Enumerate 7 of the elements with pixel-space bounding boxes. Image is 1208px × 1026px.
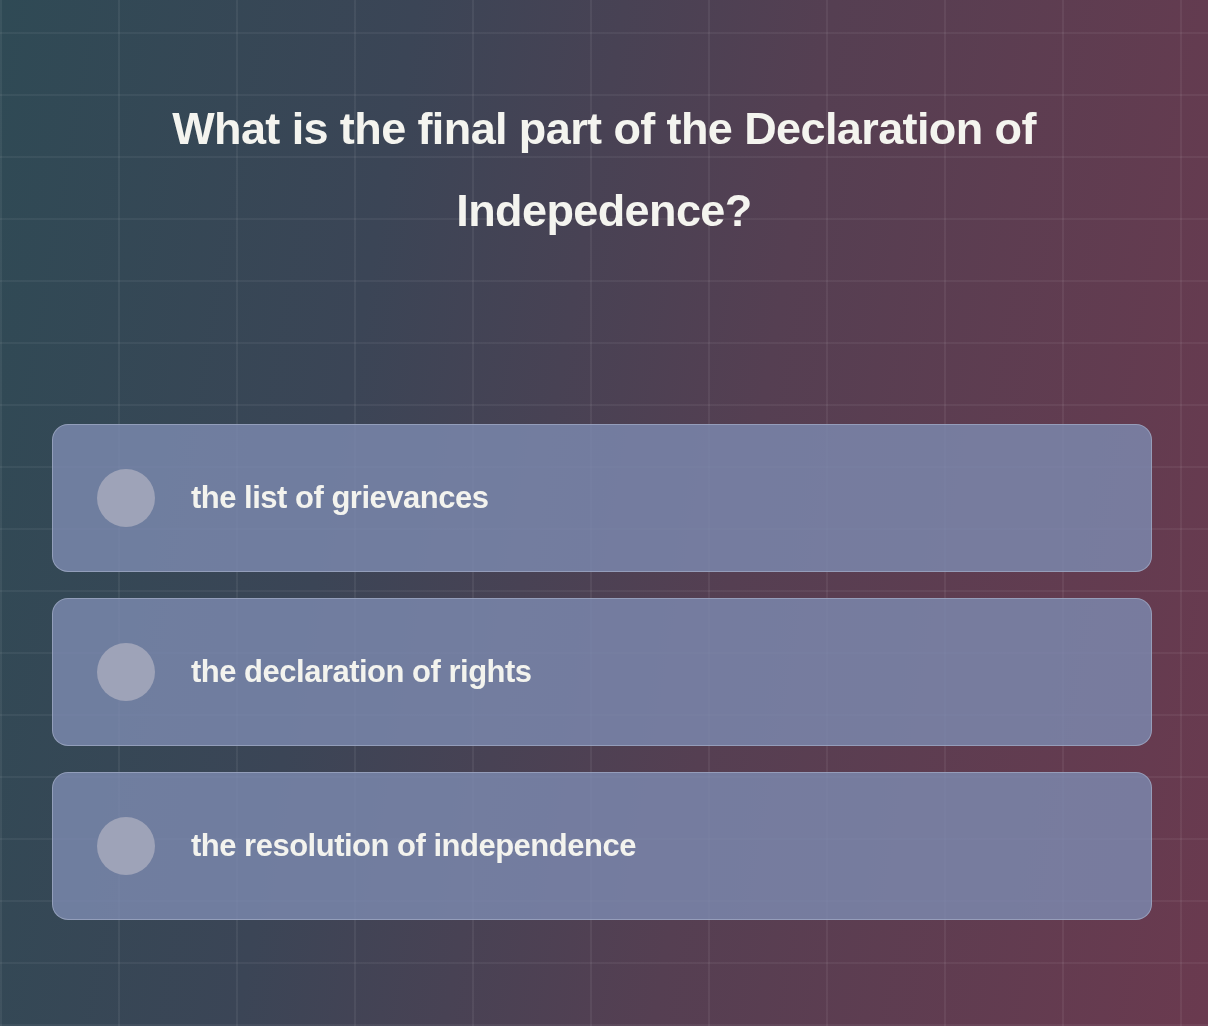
answer-option[interactable]: the declaration of rights	[52, 598, 1152, 746]
question-text: What is the final part of the Declaration of Indepedence?	[171, 102, 1038, 238]
option-label: the declaration of rights	[191, 654, 532, 690]
answer-option[interactable]: the list of grievances	[52, 424, 1152, 572]
option-label: the list of grievances	[191, 480, 489, 516]
option-label: the resolution of independence	[191, 828, 636, 864]
answer-option[interactable]: the resolution of independence	[52, 772, 1152, 920]
